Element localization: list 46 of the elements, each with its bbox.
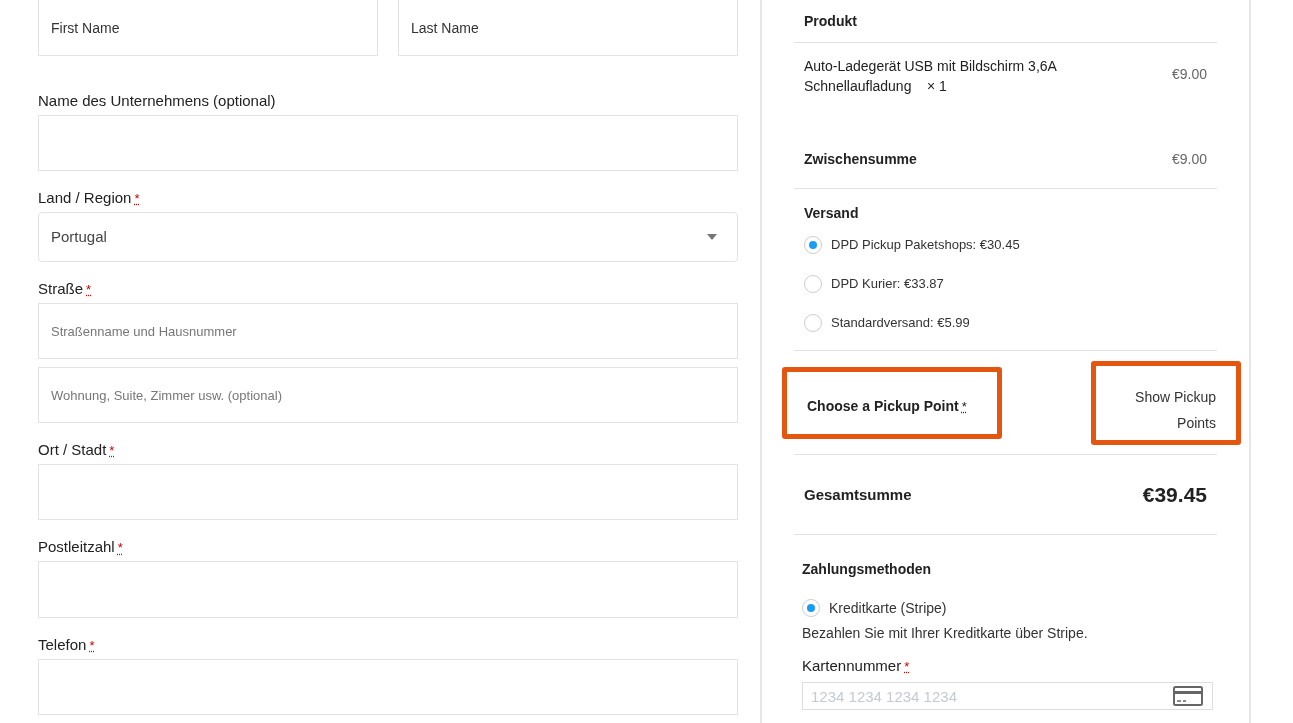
payment-option[interactable]: Kreditkarte (Stripe) [829,600,947,616]
text-input[interactable]: Straßenname und Hausnummer [38,302,738,359]
product-name: Auto-Ladegerät USB mit Bildschirm 3,6A Schnellaufladung × 1 [804,57,1058,96]
required-mark: * [109,443,115,459]
text-input[interactable]: Last Name [398,0,738,56]
total-label: Gesamtsumme [804,486,912,503]
credit-card-icon [1173,686,1203,706]
payment-description: Bezahlen Sie mit Ihrer Kreditkarte über Stripe. [802,625,1088,641]
required-mark: * [961,398,967,414]
field-label: Land / Region [38,189,132,207]
subtotal-label: Zwischensumme [804,151,917,167]
field-label: Postleitzahl [38,538,115,556]
total-value: €39.45 [1142,482,1207,507]
caret-icon [707,233,717,240]
text-input[interactable] [38,658,738,715]
radio-button[interactable] [804,313,822,332]
text-input[interactable] [38,115,738,172]
pickup-label: Choose a Pickup Point [807,397,959,414]
required-mark: * [89,637,95,653]
required-mark: * [904,659,910,674]
field-label: Kartennummer [802,657,902,674]
subtotal-value: €9.00 [1171,151,1207,167]
country-select[interactable]: Portugal [38,212,738,262]
text-input[interactable]: Wohnung, Suite, Zimmer usw. (optional) [38,366,738,424]
field-label: Straße [38,279,83,297]
text-input[interactable] [38,464,738,521]
text-input[interactable]: First Name [38,0,378,56]
shipping-label: Versand [804,205,859,221]
show-pickup-points-link[interactable]: Show Pickup Points [1116,383,1216,436]
shipping-option[interactable]: DPD Kurier: €33.87 [831,276,944,291]
card-number-field[interactable]: 1234 1234 1234 1234 [802,682,1213,710]
column-header: Produkt [804,13,857,29]
field-label: Name des Unternehmens (optional) [38,92,276,109]
shipping-option[interactable]: DPD Pickup Paketshops: €30.45 [831,237,1020,252]
field-label: Ort / Stadt [38,441,107,459]
shipping-option[interactable]: Standardversand: €5.99 [831,315,970,330]
payment-title: Zahlungsmethoden [802,561,932,577]
text-input[interactable] [38,561,738,618]
radio-button[interactable] [804,274,822,293]
radio-button[interactable] [802,599,820,617]
required-mark: * [134,191,140,207]
product-price: €9.00 [1171,66,1207,82]
required-mark: * [86,281,92,297]
required-mark: * [117,540,123,556]
field-label: Telefon [38,635,87,653]
radio-button[interactable] [804,235,822,254]
